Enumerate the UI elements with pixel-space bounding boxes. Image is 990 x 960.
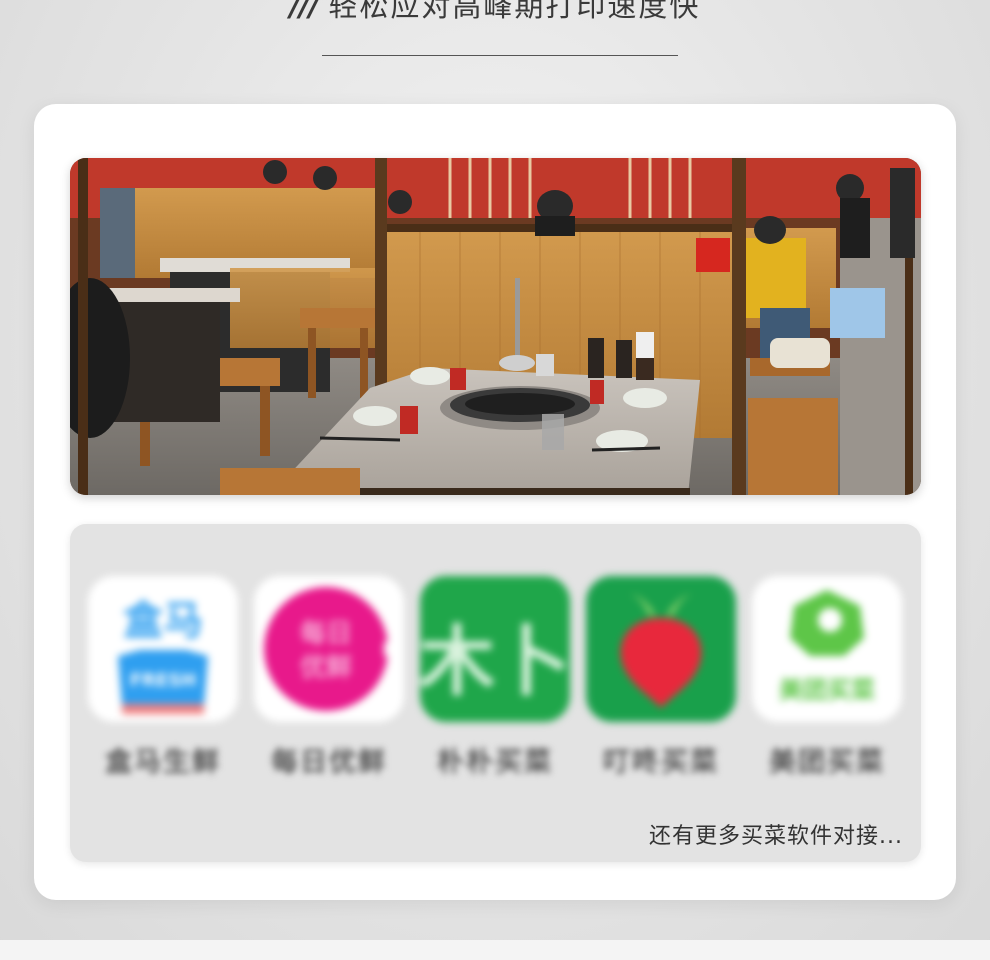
svg-text:美团买菜: 美团买菜 [779, 676, 875, 704]
app-name-hema: 盒马生鲜 [105, 747, 221, 778]
restaurant-photo-image [70, 158, 921, 495]
app-name-pupu: 朴朴买菜 [437, 747, 553, 778]
restaurant-photo [70, 158, 921, 495]
title-slashes: /// [289, 0, 320, 23]
svg-text:每日: 每日 [300, 618, 352, 649]
dingdong-icon [586, 576, 736, 722]
app-name-dingdong: 叮咚买菜 [603, 747, 719, 778]
header-divider [322, 55, 678, 56]
svg-text:优鲜: 优鲜 [300, 653, 352, 683]
missfresh-icon: 每日 优鲜 [254, 576, 404, 722]
app-name-missfresh: 每日优鲜 [271, 747, 387, 778]
page-title: /// 轻松应对高峰期打印速度快 [290, 0, 701, 26]
meituan-icon: 美团买菜 [752, 576, 902, 722]
svg-text:盒马: 盒马 [123, 598, 203, 644]
apps-panel: 盒马 FRESH 盒马生鲜 每日 优鲜 每日优鲜 木卜 朴朴买菜 叮咚买菜 美团… [70, 524, 921, 862]
hema-icon: 盒马 FRESH [88, 576, 238, 722]
app-name-meituan: 美团买菜 [769, 747, 885, 778]
title-text: 轻松应对高峰期打印速度快 [328, 0, 701, 23]
more-apps-text: 还有更多买菜软件对接... [649, 824, 903, 849]
app-missfresh[interactable]: 每日 优鲜 每日优鲜 [252, 576, 406, 779]
pupu-icon: 木卜 [420, 576, 570, 722]
app-hema[interactable]: 盒马 FRESH 盒马生鲜 [86, 576, 240, 779]
svg-text:FRESH: FRESH [130, 670, 196, 691]
page-header: /// 轻松应对高峰期打印速度快 [0, 0, 990, 26]
bottom-band [0, 940, 990, 960]
app-dingdong[interactable]: 叮咚买菜 [584, 576, 738, 779]
app-meituan[interactable]: 美团买菜 美团买菜 [750, 576, 904, 779]
content-card: 盒马 FRESH 盒马生鲜 每日 优鲜 每日优鲜 木卜 朴朴买菜 叮咚买菜 美团… [34, 104, 956, 900]
svg-text:木卜: 木卜 [420, 617, 570, 706]
app-pupu[interactable]: 木卜 朴朴买菜 [418, 576, 572, 779]
